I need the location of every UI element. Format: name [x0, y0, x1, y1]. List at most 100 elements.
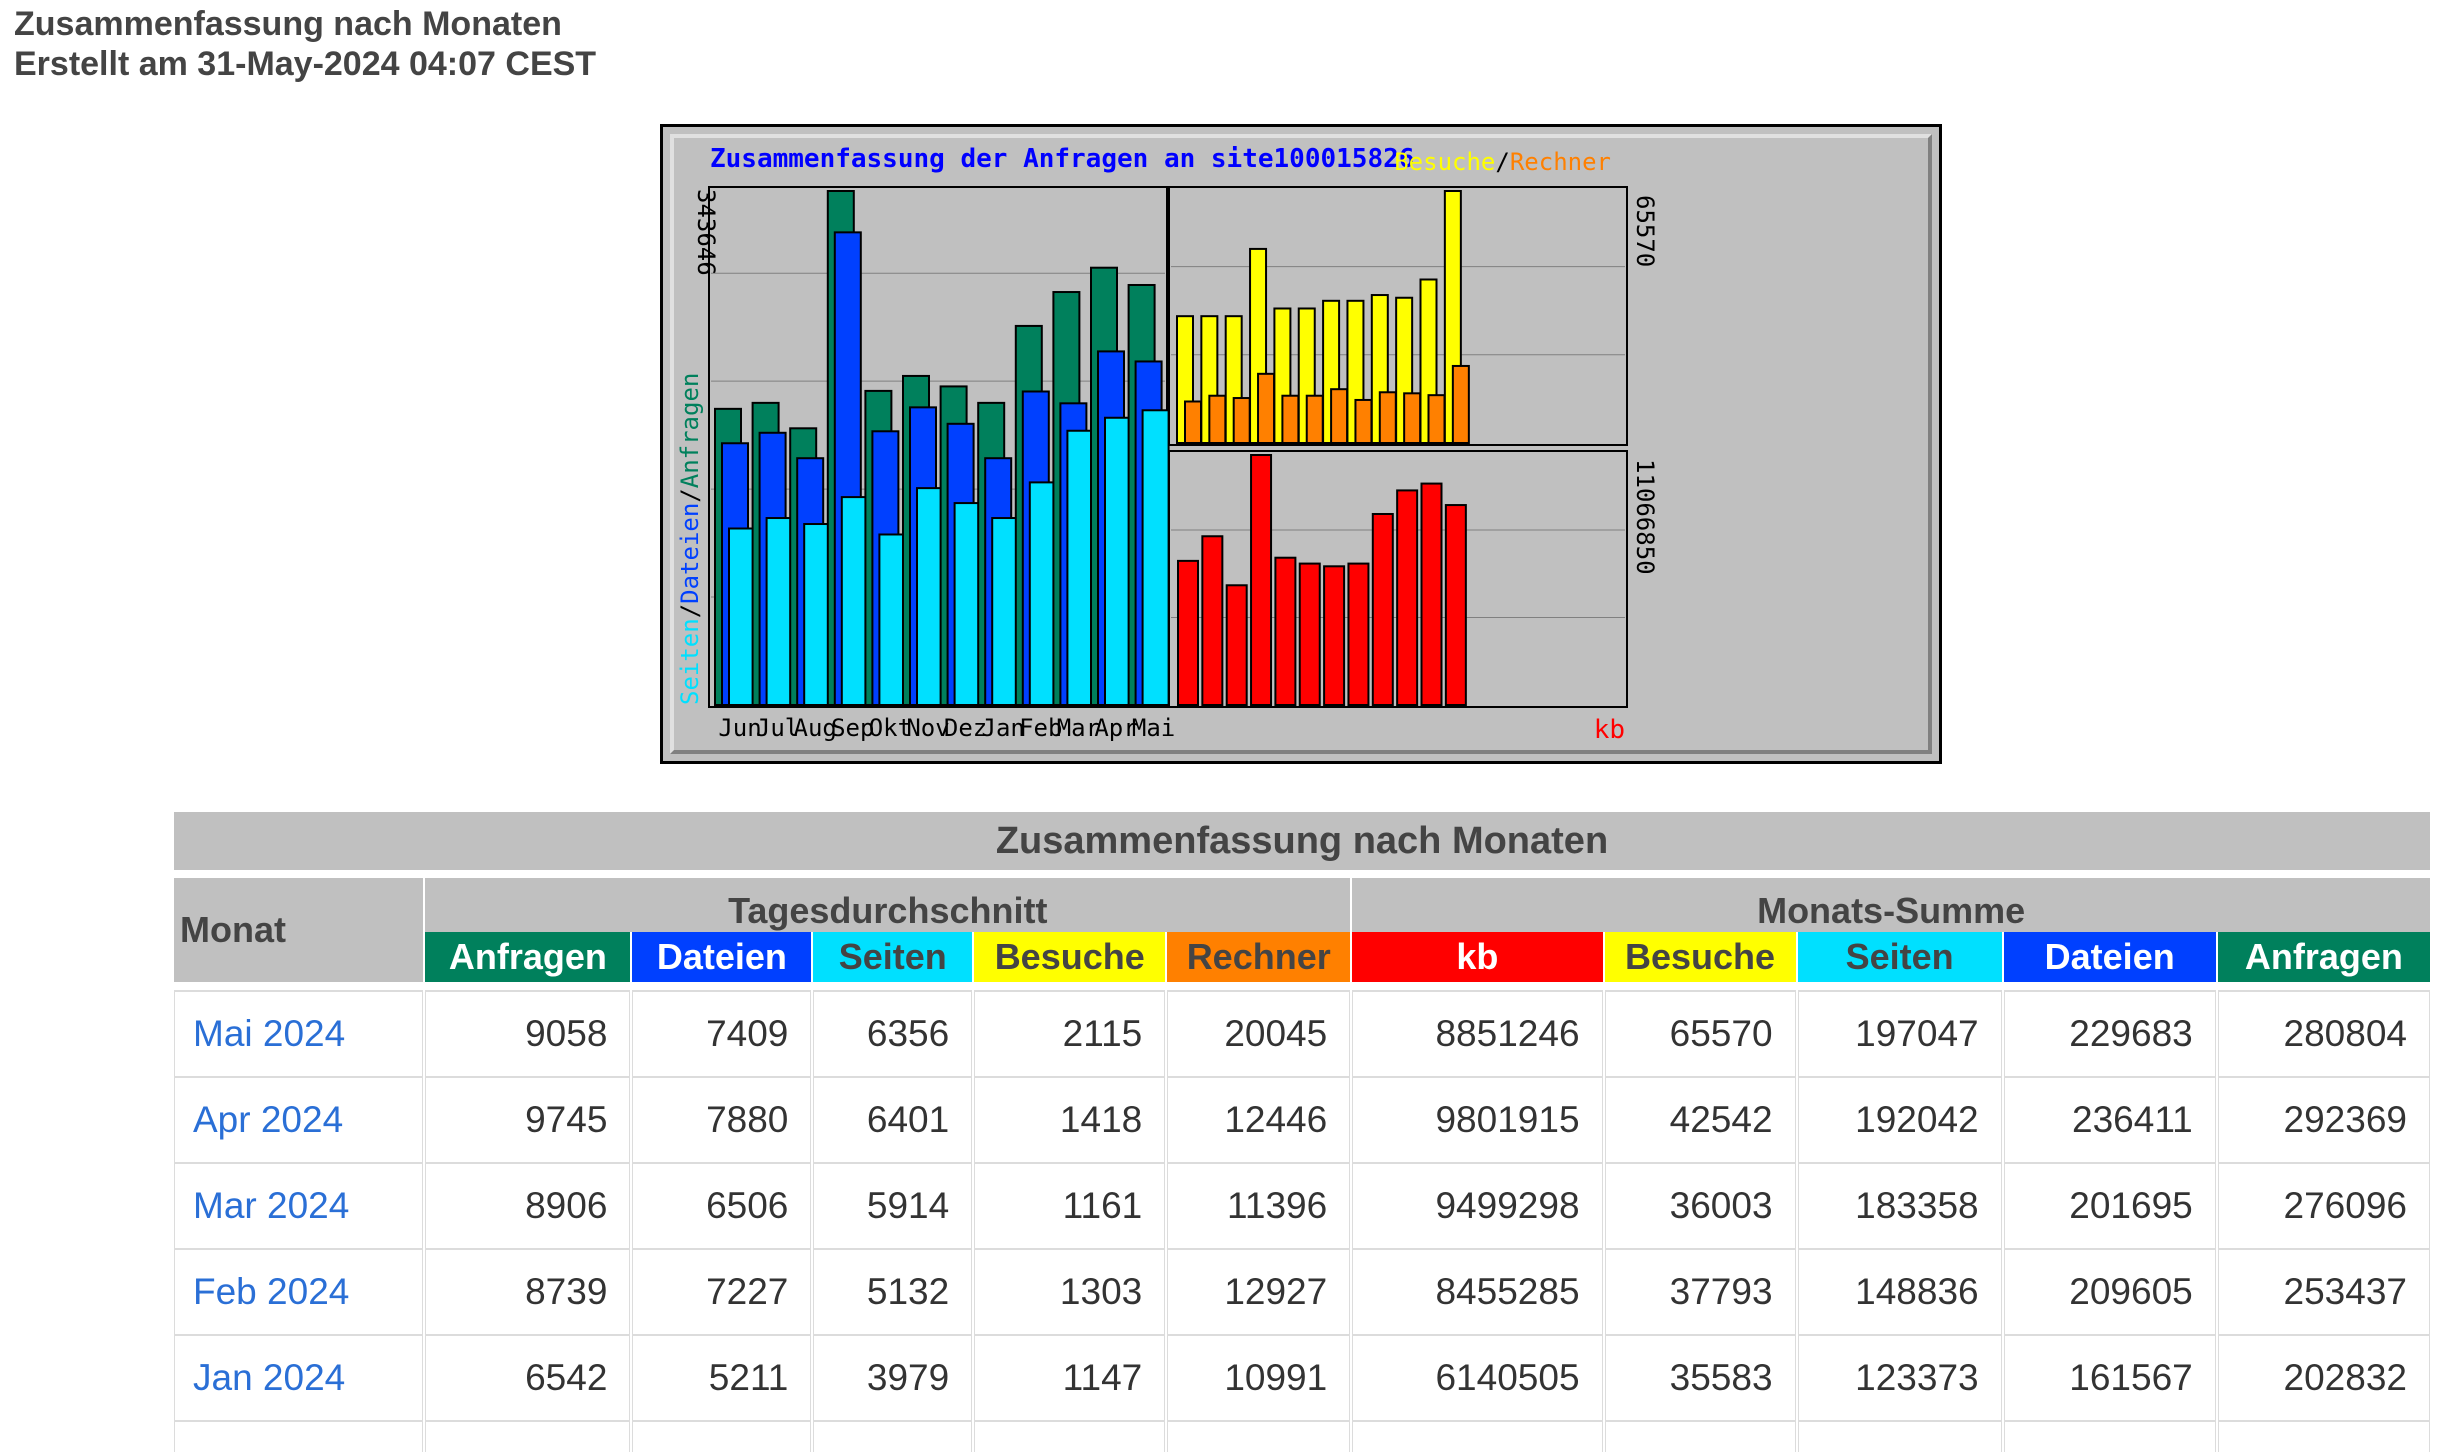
bar-kb [1177, 559, 1199, 706]
bar-seiten [916, 487, 944, 706]
daily-anfragen-cell: 6542 [425, 1334, 631, 1420]
daily-rechner-cell: 11396 [1167, 1162, 1351, 1248]
bar-seiten [1028, 481, 1057, 706]
table-row: Feb 2024 8739 7227 5132 1303 12927 84552… [174, 1248, 2430, 1334]
x-tick-label: Mai [1132, 714, 1175, 742]
total-seiten-cell: 183358 [1797, 1162, 2002, 1248]
daily-dateien-cell: 7227 [632, 1248, 812, 1334]
total-besuche-cell: 36003 [1604, 1162, 1796, 1248]
bar-kb [1371, 512, 1394, 706]
table-row: Mar 2024 8906 6506 5914 1161 11396 94992… [174, 1162, 2430, 1248]
col-header-daily-anfragen: Anfragen [425, 932, 631, 982]
page-header: Zusammenfassung nach Monaten Erstellt am… [14, 4, 596, 84]
total-anfragen-cell: 292369 [2217, 1076, 2430, 1162]
legend-besuche: Besuche [1394, 148, 1495, 176]
total-dateien-cell: 201695 [2003, 1162, 2216, 1248]
monthly-total-header: Monats-Summe [1352, 878, 2430, 932]
month-column-header: Monat [174, 878, 424, 982]
month-cell: Jan 2024 [174, 1334, 424, 1420]
bar-rechner [1257, 372, 1276, 444]
partial-cell [813, 1420, 973, 1452]
axis-label-dateien: Dateien [676, 503, 704, 604]
col-header-daily-seiten: Seiten [813, 932, 973, 982]
bar-seiten [1104, 416, 1132, 706]
daily-dateien-cell: 7880 [632, 1076, 812, 1162]
daily-seiten-cell: 6401 [813, 1076, 973, 1162]
chart-x-labels: JunJulAugSepOktNovDezJanFebMarAprMai [718, 714, 1175, 742]
partial-cell [425, 1420, 631, 1452]
total-dateien-cell: 229683 [2003, 990, 2216, 1076]
total-kb-cell: 8851246 [1352, 990, 1603, 1076]
requests-max-label: 343646 [692, 189, 720, 276]
month-link[interactable]: Feb 2024 [193, 1271, 349, 1312]
legend-rechner: Rechner [1510, 148, 1611, 176]
daily-rechner-cell: 20045 [1167, 990, 1351, 1076]
total-besuche-cell: 35583 [1604, 1334, 1796, 1420]
col-header-total-seiten: Seiten [1797, 932, 2002, 982]
total-seiten-cell: 123373 [1797, 1334, 2002, 1420]
daily-dateien-cell: 6506 [632, 1162, 812, 1248]
table-spacer [174, 982, 2430, 990]
daily-seiten-cell: 3979 [813, 1334, 973, 1420]
partial-cell [632, 1420, 812, 1452]
total-dateien-cell: 161567 [2003, 1334, 2216, 1420]
daily-seiten-cell: 5914 [813, 1162, 973, 1248]
bar-kb [1396, 489, 1419, 706]
month-link[interactable]: Apr 2024 [193, 1099, 343, 1140]
partial-cell [1167, 1420, 1351, 1452]
bar-kb [1444, 504, 1467, 707]
total-seiten-cell: 148836 [1797, 1248, 2002, 1334]
bar-kb [1274, 556, 1297, 706]
col-header-total-anfragen: Anfragen [2217, 932, 2430, 982]
total-besuche-cell: 65570 [1604, 990, 1796, 1076]
col-header-total-besuche: Besuche [1604, 932, 1796, 982]
total-kb-cell: 9499298 [1352, 1162, 1603, 1248]
table-row: Jan 2024 6542 5211 3979 1147 10991 61405… [174, 1334, 2430, 1420]
col-header-total-kb: kb [1352, 932, 1603, 982]
col-header-total-dateien: Dateien [2003, 932, 2216, 982]
daily-dateien-cell: 5211 [632, 1334, 812, 1420]
requests-axis-label: Seiten/Dateien/Anfragen [676, 373, 704, 705]
col-header-daily-dateien: Dateien [632, 932, 812, 982]
visits-legend: Besuche/Rechner [1394, 148, 1611, 176]
month-link[interactable]: Mai 2024 [193, 1013, 345, 1054]
table-row-partial [174, 1420, 2430, 1452]
table-title: Zusammenfassung nach Monaten [174, 812, 2430, 870]
daily-dateien-cell: 7409 [632, 990, 812, 1076]
daily-rechner-cell: 12446 [1167, 1076, 1351, 1162]
chart-canvas: Zusammenfassung der Anfragen an site1000… [676, 144, 1659, 745]
total-seiten-cell: 197047 [1797, 990, 2002, 1076]
monthly-summary-chart: Zusammenfassung der Anfragen an site1000… [660, 124, 1942, 764]
partial-cell [1797, 1420, 2002, 1452]
legend-separator: / [1495, 148, 1509, 176]
daily-besuche-cell: 1303 [974, 1248, 1166, 1334]
daily-average-header: Tagesdurchschnitt [425, 878, 1351, 932]
col-header-daily-rechner: Rechner [1167, 932, 1351, 982]
daily-anfragen-cell: 8906 [425, 1162, 631, 1248]
bar-rechner [1403, 392, 1422, 445]
daily-rechner-cell: 10991 [1167, 1334, 1351, 1420]
daily-besuche-cell: 2115 [974, 990, 1166, 1076]
partial-cell [974, 1420, 1166, 1452]
total-seiten-cell: 192042 [1797, 1076, 2002, 1162]
bar-rechner [1305, 394, 1324, 445]
bar-seiten [765, 517, 794, 706]
monthly-summary-table: Zusammenfassung nach Monaten Monat Tages… [172, 812, 2432, 1452]
daily-besuche-cell: 1161 [974, 1162, 1166, 1248]
col-header-daily-besuche: Besuche [974, 932, 1166, 982]
total-besuche-cell: 37793 [1604, 1248, 1796, 1334]
bar-seiten [991, 517, 1020, 706]
kb-unit-label: kb [1594, 715, 1625, 745]
month-link[interactable]: Mar 2024 [193, 1185, 349, 1226]
month-link[interactable]: Jan 2024 [193, 1357, 345, 1398]
table-row: Mai 2024 9058 7409 6356 2115 20045 88512… [174, 990, 2430, 1076]
total-anfragen-cell: 202832 [2217, 1334, 2430, 1420]
axis-label-anfragen: Anfragen [676, 373, 704, 489]
total-kb-cell: 8455285 [1352, 1248, 1603, 1334]
daily-seiten-cell: 6356 [813, 990, 973, 1076]
partial-cell [1352, 1420, 1603, 1452]
total-dateien-cell: 236411 [2003, 1076, 2216, 1162]
total-besuche-cell: 42542 [1604, 1076, 1796, 1162]
daily-anfragen-cell: 9745 [425, 1076, 631, 1162]
bar-rechner [1232, 397, 1251, 444]
